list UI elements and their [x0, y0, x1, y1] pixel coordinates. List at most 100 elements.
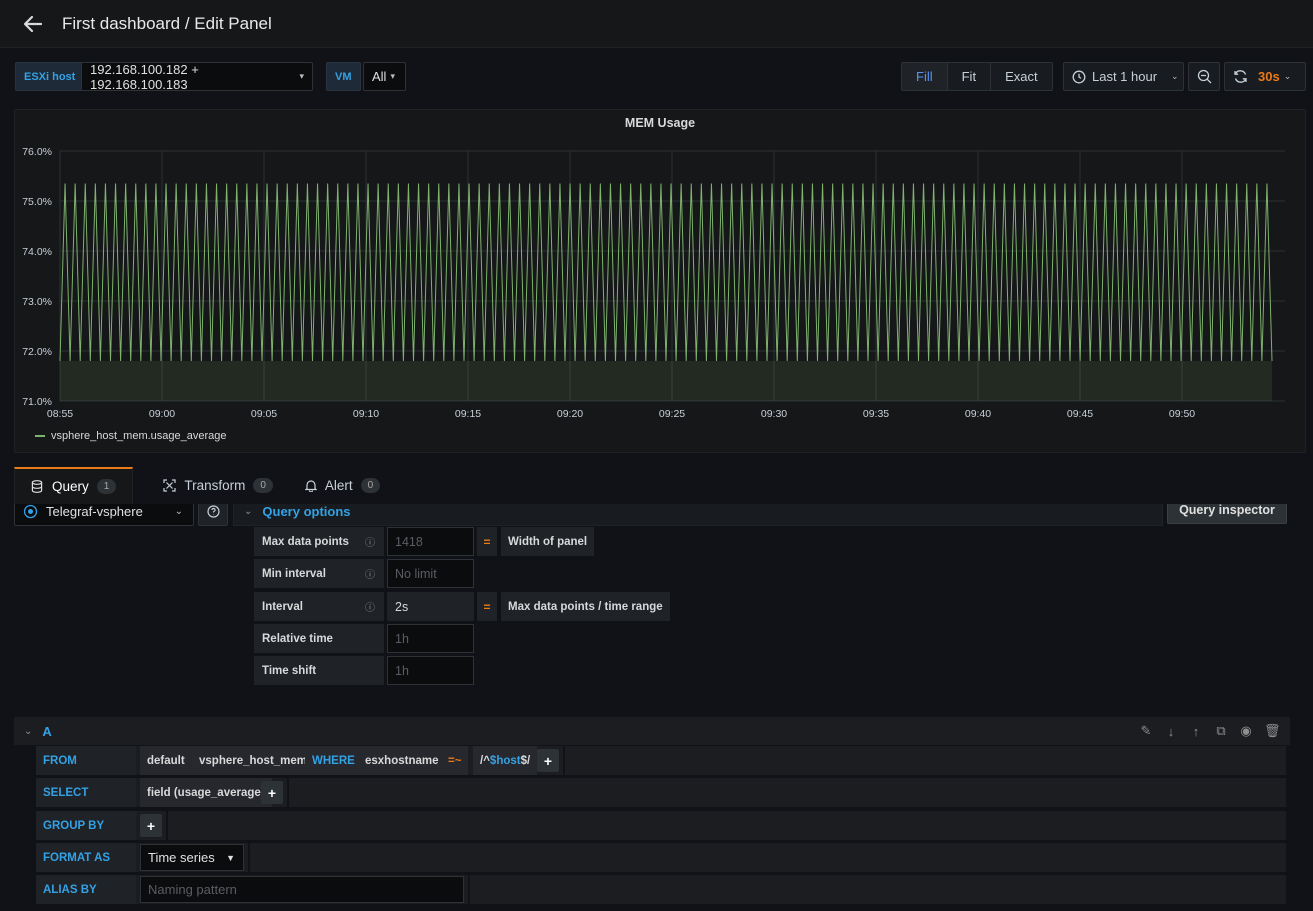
x-tick-label: 09:45 [1067, 408, 1093, 420]
zoom-out-button[interactable] [1188, 62, 1220, 91]
alias-by-keyword: ALIAS BY [36, 875, 136, 904]
eye-icon[interactable]: ◉ [1239, 723, 1253, 739]
info-icon[interactable]: ⓘ [365, 566, 375, 581]
add-where-button[interactable]: + [537, 749, 559, 772]
row-filler [166, 811, 1286, 840]
interval-note: Max data points / time range [501, 592, 670, 621]
where-value-variable: $host [489, 754, 521, 767]
equals-sign: = [477, 527, 497, 556]
bell-icon [304, 480, 317, 492]
fill-button[interactable]: Fill [902, 63, 948, 90]
x-tick-label: 09:00 [149, 408, 175, 420]
y-tick-label: 74.0% [22, 246, 52, 258]
y-tick-label: 71.0% [22, 396, 52, 408]
retention-policy-segment[interactable]: default [140, 746, 192, 775]
x-tick-label: 09:10 [353, 408, 379, 420]
group-by-row: GROUP BY + [36, 811, 1286, 840]
tab-alert-count: 0 [360, 478, 381, 493]
add-select-button[interactable]: + [261, 781, 283, 804]
relative-time-input[interactable]: 1h [387, 624, 474, 653]
format-as-value: Time series [148, 850, 215, 865]
tab-alert-label: Alert [324, 478, 353, 493]
esxi-host-value: 192.168.100.182 + 192.168.100.183 [90, 61, 199, 92]
min-interval-label: Min interval ⓘ [254, 559, 384, 588]
vm-variable-select[interactable]: All ▾ [363, 62, 406, 91]
editor-tabs: Query 1 Transform 0 Alert 0 [14, 467, 396, 504]
select-field-segment[interactable]: field (usage_average) [140, 778, 272, 807]
fit-button[interactable]: Fit [947, 63, 992, 90]
chevron-down-icon: ⌄ [1283, 71, 1292, 81]
series-line [59, 183, 1273, 362]
query-row-header[interactable]: ⌄ A ✎ ↓ ↑ ⧉ ◉ 🗑 [14, 717, 1290, 745]
min-interval-text: Min interval [262, 567, 326, 580]
info-icon[interactable]: ⓘ [365, 534, 375, 549]
add-group-by-button[interactable]: + [140, 814, 162, 837]
transform-icon [163, 479, 176, 492]
measurement-segment[interactable]: vsphere_host_mem [192, 746, 315, 775]
duplicate-icon[interactable]: ⧉ [1214, 723, 1228, 739]
where-key-segment[interactable]: esxhostname [358, 746, 446, 775]
y-tick-label: 72.0% [22, 346, 52, 358]
interval-label: Interval ⓘ [254, 592, 384, 621]
alias-by-input[interactable]: Naming pattern [140, 876, 464, 903]
max-data-points-note: Width of panel [501, 527, 595, 556]
trash-icon[interactable]: 🗑 [1264, 723, 1281, 739]
tab-query-label: Query [52, 479, 89, 494]
esxi-host-variable-label: ESXi host [15, 62, 85, 91]
x-tick-label: 09:30 [761, 408, 787, 420]
tab-transform-label: Transform [184, 478, 246, 493]
move-down-icon[interactable]: ↓ [1164, 724, 1178, 739]
x-tick-label: 09:35 [863, 408, 889, 420]
row-filler [563, 746, 1286, 775]
tab-alert[interactable]: Alert 0 [289, 467, 396, 504]
chevron-down-icon[interactable]: ⌄ [24, 726, 32, 737]
caret-down-icon: ▼ [226, 852, 235, 863]
help-icon [206, 504, 220, 518]
where-value-prefix: /^ [480, 754, 490, 767]
x-tick-label: 09:15 [455, 408, 481, 420]
move-up-icon[interactable]: ↑ [1189, 724, 1203, 739]
edit-icon[interactable]: ✎ [1139, 723, 1153, 739]
time-range-picker[interactable]: Last 1 hour ⌄ [1063, 62, 1184, 91]
esxi-host-variable-select[interactable]: 192.168.100.182 + 192.168.100.183 ▾ [81, 61, 313, 92]
where-value-suffix: $/ [520, 754, 531, 767]
datasource-logo-icon [23, 504, 38, 518]
where-keyword: WHERE [305, 746, 362, 775]
legend-item-label[interactable]: vsphere_host_mem.usage_average [51, 430, 227, 442]
equals-sign: = [477, 592, 497, 621]
query-editor: Telegraf-vsphere ⌄ ⌄ Query options Query… [0, 504, 1313, 911]
row-filler [287, 778, 1286, 807]
row-filler [468, 875, 1286, 904]
exact-button[interactable]: Exact [991, 63, 1052, 90]
y-tick-label: 76.0% [22, 146, 52, 158]
info-icon[interactable]: ⓘ [365, 599, 375, 614]
alias-by-row: ALIAS BY Naming pattern [36, 875, 1286, 904]
legend: vsphere_host_mem.usage_average [35, 430, 227, 442]
tab-transform[interactable]: Transform 0 [147, 467, 289, 504]
where-value-segment[interactable]: /^ $host $/ [473, 746, 538, 775]
group-by-keyword: GROUP BY [36, 811, 136, 840]
tab-query[interactable]: Query 1 [14, 467, 134, 504]
format-as-select[interactable]: Time series ▼ [140, 844, 244, 871]
chevron-down-icon: ▾ [299, 71, 304, 81]
min-interval-input[interactable]: No limit [387, 559, 474, 588]
query-inspector-button[interactable]: Query inspector [1167, 504, 1287, 524]
time-shift-input[interactable]: 1h [387, 656, 474, 685]
query-row-name[interactable]: A [42, 724, 51, 739]
max-data-points-input[interactable]: 1418 [387, 527, 474, 556]
refresh-picker[interactable]: 30s ⌄ [1224, 62, 1306, 91]
back-button[interactable] [18, 9, 48, 39]
clock-icon [1072, 70, 1086, 83]
where-operator-segment[interactable]: =~ [441, 746, 469, 775]
datasource-help-button[interactable] [198, 504, 228, 526]
query-options-toggle[interactable]: ⌄ Query options [233, 504, 1163, 526]
series-area [60, 361, 1272, 401]
chevron-down-icon: ⌄ [244, 505, 253, 517]
vm-variable-label: VM [326, 62, 361, 91]
x-tick-label: 08:55 [47, 408, 73, 420]
query-row-actions: ✎ ↓ ↑ ⧉ ◉ 🗑 [1139, 717, 1281, 745]
datasource-picker[interactable]: Telegraf-vsphere ⌄ [14, 504, 194, 526]
mem-usage-chart[interactable]: 71.0% 72.0% 73.0% 74.0% 75.0% 76.0% 08:55 09:00… [15, 110, 1307, 454]
chevron-down-icon: ⌄ [1171, 71, 1179, 81]
x-tick-label: 09:25 [659, 408, 685, 420]
